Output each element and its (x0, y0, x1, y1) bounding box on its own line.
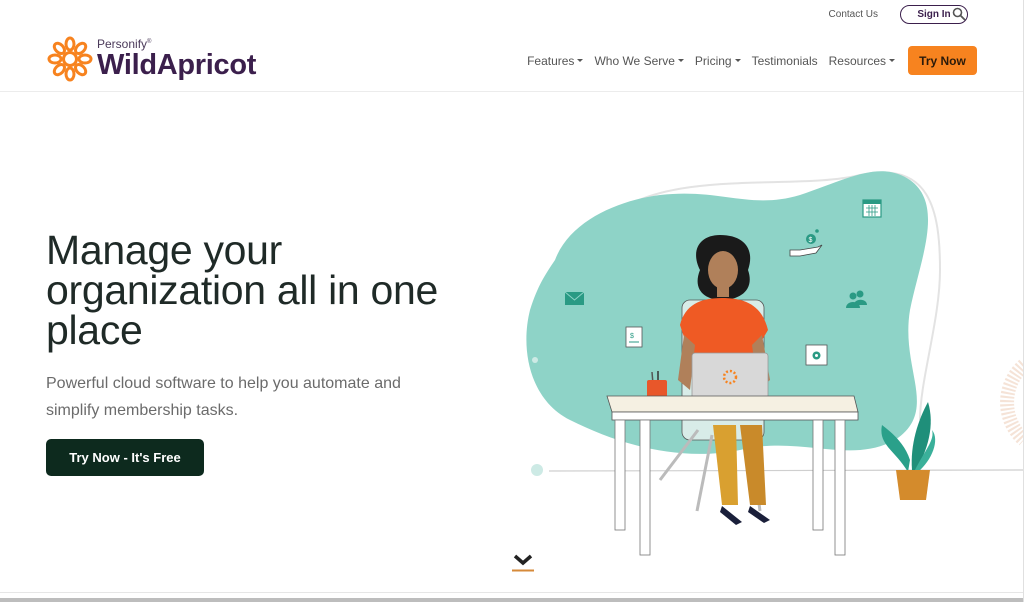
nav-testimonials[interactable]: Testimonials (752, 54, 818, 68)
horizontal-scrollbar[interactable] (0, 598, 1024, 602)
caret-down-icon (734, 59, 741, 62)
nav-testimonials-label: Testimonials (751, 53, 818, 68)
section-divider (0, 592, 1024, 593)
caret-down-icon (889, 59, 895, 62)
nav-pricing-label: Pricing (694, 53, 732, 68)
main-nav: Features Who We Serve Pricing Testimonia… (527, 46, 977, 75)
nav-features[interactable]: Features (527, 53, 584, 68)
search-icon[interactable] (952, 7, 966, 21)
brand-name: WildApricot (97, 49, 257, 81)
caret-down-icon (677, 59, 684, 62)
utility-nav: Contact Us Sign In (829, 5, 968, 24)
nav-resources[interactable]: Resources (829, 54, 895, 68)
try-now-free-button[interactable]: Try Now - It's Free (46, 439, 204, 476)
decorative-arc (1000, 359, 1024, 446)
site-header: Personify® WildApricot Contact Us Sign I… (0, 0, 1024, 92)
registered-mark: ® (147, 39, 152, 45)
nav-pricing[interactable]: Pricing (695, 54, 741, 68)
contact-us-link[interactable]: Contact Us (829, 9, 878, 20)
scroll-down-icon[interactable] (511, 553, 535, 573)
envelope-icon (564, 291, 585, 305)
nav-resources-label: Resources (828, 53, 886, 68)
calendar-icon (862, 199, 882, 218)
nav-who-we-serve[interactable]: Who We Serve (594, 53, 684, 68)
nav-who-we-serve-label: Who We Serve (594, 53, 675, 68)
sun-logo-icon (47, 36, 93, 82)
settings-window-icon (805, 344, 828, 366)
receipt-icon: $ (625, 326, 643, 348)
svg-text:$: $ (630, 333, 634, 340)
hero-illustration: $ $ (526, 171, 1024, 556)
hero-title: Manage your organization all in one plac… (46, 227, 438, 353)
brand-logo[interactable]: Personify® WildApricot (46, 35, 256, 83)
hero-subtitle: Powerful cloud software to help you auto… (46, 375, 401, 419)
caret-down-icon (577, 59, 584, 62)
svg-text:$: $ (809, 237, 813, 244)
brand-small: Personify® (97, 36, 256, 50)
side-dot (532, 357, 538, 363)
nav-features-label: Features (527, 53, 575, 68)
try-now-button[interactable]: Try Now (908, 46, 977, 75)
floor-dot (531, 464, 543, 476)
